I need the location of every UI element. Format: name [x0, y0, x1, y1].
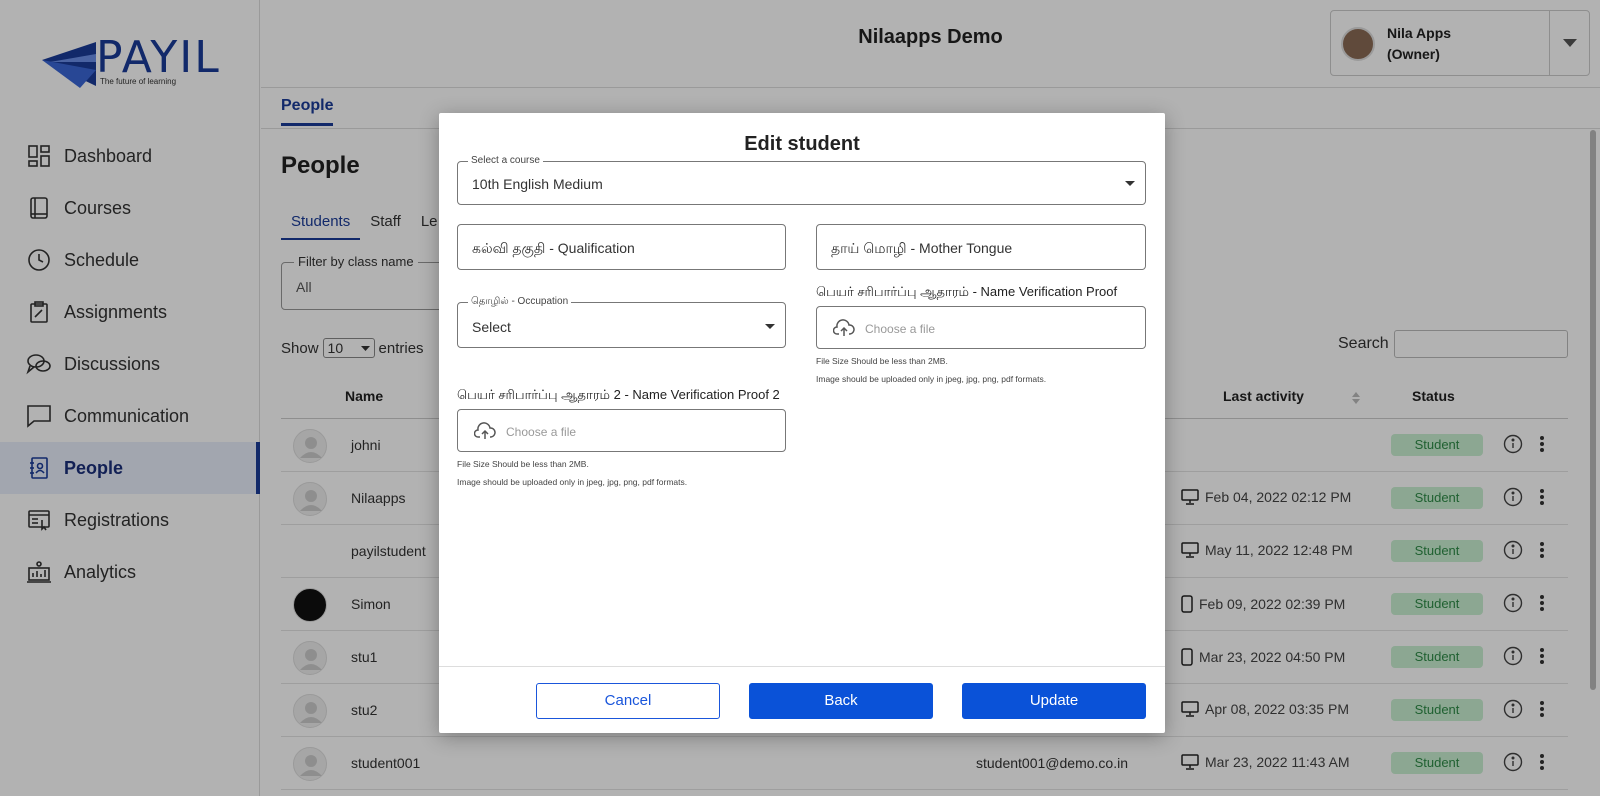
mother-tongue-value: தாய் மொழி - Mother Tongue — [831, 240, 1013, 256]
qualification-field[interactable]: கல்வி தகுதி - Qualification — [457, 224, 786, 270]
proof2-file-input[interactable]: Choose a file — [457, 409, 786, 452]
cloud-upload-icon — [833, 319, 855, 336]
cloud-upload-icon — [474, 422, 496, 439]
proof2-format-hint: Image should be uploaded only in jpeg, j… — [457, 477, 688, 487]
course-select-label: Select a course — [468, 155, 543, 166]
occupation-value: Select — [472, 319, 511, 335]
edit-student-dialog: Edit student Select a course 10th Englis… — [439, 113, 1165, 733]
proof2-label: பெயர் சரிபார்ப்பு ஆதாரம் 2 - Name Verifi… — [457, 387, 780, 402]
proof1-size-hint: File Size Should be less than 2MB. — [816, 356, 948, 366]
caret-down-icon — [765, 324, 775, 329]
qualification-value: கல்வி தகுதி - Qualification — [472, 240, 635, 256]
dialog-footer-divider — [439, 666, 1165, 667]
mother-tongue-field[interactable]: தாய் மொழி - Mother Tongue — [816, 224, 1146, 270]
caret-down-icon — [1125, 181, 1135, 186]
proof1-file-input[interactable]: Choose a file — [816, 306, 1146, 349]
proof2-placeholder: Choose a file — [506, 425, 577, 439]
dialog-title: Edit student — [744, 133, 860, 155]
occupation-select[interactable]: தொழில் - Occupation Select — [457, 296, 786, 348]
proof1-placeholder: Choose a file — [865, 322, 936, 336]
back-button[interactable]: Back — [749, 683, 933, 719]
update-button[interactable]: Update — [962, 683, 1146, 719]
course-select-value: 10th English Medium — [472, 176, 603, 192]
occupation-label: தொழில் - Occupation — [468, 296, 572, 308]
proof2-size-hint: File Size Should be less than 2MB. — [457, 459, 589, 469]
proof1-label: பெயர் சரிபார்ப்பு ஆதாரம் - Name Verifica… — [816, 284, 1118, 299]
cancel-button[interactable]: Cancel — [536, 683, 720, 719]
proof1-format-hint: Image should be uploaded only in jpeg, j… — [816, 374, 1047, 384]
course-select[interactable]: Select a course 10th English Medium — [457, 155, 1146, 205]
